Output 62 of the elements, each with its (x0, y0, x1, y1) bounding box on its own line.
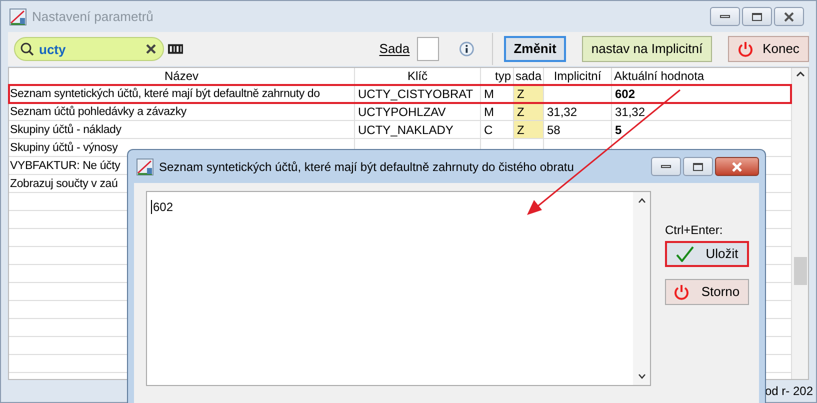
shortcut-label: Ctrl+Enter: (665, 222, 724, 239)
maximize-button[interactable] (683, 157, 713, 176)
reset-default-button[interactable]: nastav na Implicitní (582, 36, 712, 62)
power-icon (738, 41, 753, 57)
table-cell-text: VYBFAKTUR: Ne účty (10, 158, 120, 174)
column-header[interactable]: typ (494, 67, 511, 85)
barcode-icon[interactable] (168, 44, 184, 54)
search-icon (20, 42, 34, 56)
cancel-button[interactable]: Storno (665, 279, 749, 305)
table-cell-text: Skupiny účtů - výnosy (10, 140, 118, 156)
table-cell: Z (514, 121, 544, 138)
checkmark-icon (676, 246, 694, 262)
table-cell-text: UCTY_NAKLADY (358, 122, 454, 138)
clear-icon[interactable] (146, 44, 156, 54)
text-area[interactable]: 602 (146, 191, 651, 386)
change-button[interactable]: Změnit (504, 36, 566, 62)
column-header[interactable]: Klíč (407, 67, 428, 85)
close-icon (731, 162, 743, 172)
power-icon (674, 284, 690, 300)
close-icon (783, 12, 795, 22)
table-cell-text: Seznam syntetických účtů, které mají být defaultně zahrnuty do (10, 86, 320, 102)
table-cell-text: Seznam účtů pohledávky a závazky (10, 104, 186, 120)
info-icon[interactable] (458, 41, 474, 57)
save-button[interactable]: Uložit (665, 241, 749, 267)
column-header[interactable]: sada (515, 67, 542, 85)
dialog-title: Seznam syntetických účtů, které mají být defaultně zahrnuty do čistého obratu (159, 158, 574, 176)
table-cell-text: 58 (547, 122, 560, 138)
status-text: od r- 202 (764, 383, 813, 400)
column-header[interactable]: Implicitní (554, 67, 602, 85)
close-button[interactable] (715, 157, 759, 176)
window-title: Nastavení parametrů (32, 8, 154, 26)
text-value: 602 (151, 200, 174, 214)
scrollbar-thumb[interactable] (794, 257, 806, 285)
table-cell-text: Skupiny účtů - náklady (10, 122, 122, 138)
table-cell-text: M (484, 86, 494, 102)
search-field[interactable]: ucty (14, 37, 164, 61)
scroll-down-icon[interactable] (638, 374, 646, 379)
minimize-button[interactable] (651, 157, 681, 176)
close-button[interactable] (774, 7, 804, 26)
column-header[interactable]: Aktuální hodnota (614, 67, 704, 85)
exit-button[interactable]: Konec (728, 36, 809, 62)
scroll-up-icon[interactable] (796, 71, 804, 77)
sada-field[interactable] (416, 37, 439, 61)
table-cell-text: 5 (615, 122, 622, 138)
table-cell-text: 31,32 (615, 104, 646, 120)
table-cell: Z (514, 103, 544, 120)
sada-label: Sada (379, 40, 410, 58)
table-cell-text: UCTYPOHLZAV (358, 104, 446, 120)
table-cell: Z (514, 85, 544, 102)
scroll-up-icon[interactable] (638, 198, 646, 203)
app-icon (136, 158, 154, 176)
table-cell-text: C (484, 122, 493, 138)
table-cell-text: Zobrazuj součty v zaú (10, 176, 118, 192)
table-cell-text: 31,32 (547, 104, 578, 120)
maximize-button[interactable] (742, 7, 772, 26)
minimize-button[interactable] (710, 7, 740, 26)
column-header[interactable]: Název (164, 67, 198, 85)
scrollbar[interactable] (791, 68, 808, 379)
table-cell-text: 602 (615, 86, 636, 102)
table-cell-text: UCTY_CISTYOBRAT (358, 86, 474, 102)
table-cell-text: M (484, 104, 494, 120)
app-icon (9, 8, 27, 26)
